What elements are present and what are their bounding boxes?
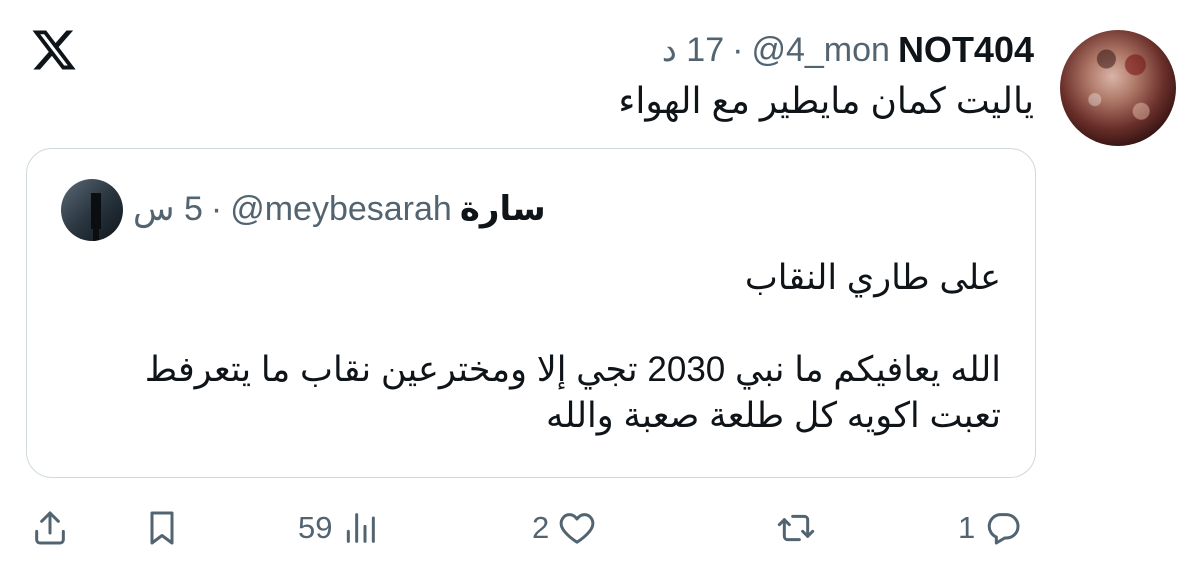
author-avatar[interactable]	[1060, 30, 1176, 146]
author-handle[interactable]: @4_mon	[751, 31, 889, 70]
quote-line: الله يعافيكم ما نبي 2030 تجي إلا ومخترعي…	[144, 350, 1001, 389]
share-icon	[35, 511, 65, 545]
quote-line: تعبت اكويه كل طلعة صعبة والله	[546, 396, 1001, 435]
quote-line: على طاري النقاب	[744, 258, 1001, 297]
action-bar: 59 2 1	[0, 498, 1200, 558]
separator-dot: ·	[210, 189, 223, 228]
separator-dot: ·	[732, 30, 744, 69]
views-count: 59	[298, 510, 333, 545]
share-button[interactable]	[30, 504, 70, 552]
replies-count: 1	[958, 510, 976, 545]
like-button[interactable]: 2	[532, 504, 597, 552]
retweet-icon	[777, 514, 815, 542]
quote-author-avatar	[61, 179, 123, 241]
views-icon	[347, 513, 376, 543]
author-name[interactable]: NOT404	[898, 29, 1034, 71]
reply-icon	[988, 513, 1020, 545]
post-time[interactable]: 17 د	[662, 30, 724, 70]
post-text: ياليت كمان مايطير مع الهواء	[618, 80, 1034, 121]
bookmark-button[interactable]	[142, 504, 182, 552]
quote-header: سارة @meybesarah · 5 س	[133, 187, 546, 231]
reply-button[interactable]: 1	[958, 504, 1023, 552]
retweet-button[interactable]	[776, 504, 824, 552]
views-button[interactable]: 59	[298, 504, 380, 552]
bookmark-icon	[150, 511, 174, 545]
heart-icon	[559, 513, 595, 544]
quote-time: 5 س	[133, 190, 203, 228]
post-header: NOT404 @4_mon · 17 د	[662, 28, 1034, 72]
x-logo-icon[interactable]	[30, 26, 78, 74]
quote-text: على طاري النقاب الله يعافيكم ما نبي 2030…	[61, 255, 1001, 439]
likes-count: 2	[532, 510, 550, 545]
quote-author-name: سارة	[459, 190, 546, 228]
quoted-post-card[interactable]: سارة @meybesarah · 5 س على طاري النقاب ا…	[26, 148, 1036, 478]
quote-author-handle: @meybesarah	[230, 189, 452, 228]
